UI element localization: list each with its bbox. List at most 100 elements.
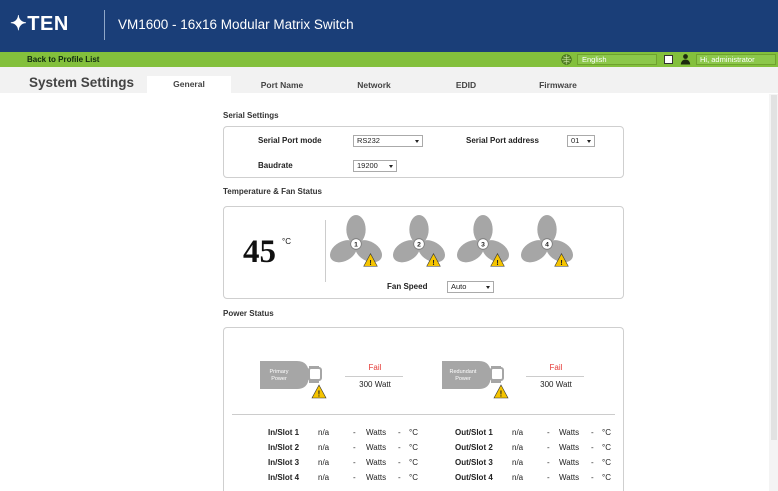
out-slot-dash: - <box>591 443 594 452</box>
in-slot-watts: Watts <box>366 428 387 437</box>
in-slot-watts: Watts <box>366 473 387 482</box>
out-slot-name: Out/Slot 1 <box>455 428 493 437</box>
language-select[interactable]: English <box>577 54 657 65</box>
fan-4-number: 4 <box>545 241 549 248</box>
in-slot-dash: - <box>398 428 401 437</box>
primary-power-watt: 300 Watt <box>359 380 391 389</box>
chevron-down-icon <box>389 165 393 168</box>
out-slot-unit: °C <box>602 428 611 437</box>
toolbar-bar <box>0 52 778 67</box>
in-slot-dash: - <box>398 458 401 467</box>
out-slot-dash: - <box>547 458 550 467</box>
in-slot-unit: °C <box>409 473 418 482</box>
svg-text:!: ! <box>318 390 321 399</box>
out-slot-watts: Watts <box>559 428 580 437</box>
out-slot-name: Out/Slot 3 <box>455 458 493 467</box>
fan-1-icon: 1 ! <box>329 215 383 267</box>
baudrate-select[interactable]: 19200 <box>353 160 397 172</box>
serial-settings-title: Serial Settings <box>223 111 279 120</box>
serial-port-mode-label: Serial Port mode <box>258 136 322 145</box>
fan-1-number: 1 <box>354 241 358 248</box>
temperature-fan-title: Temperature & Fan Status <box>223 187 322 196</box>
user-greeting[interactable]: Hi, administrator <box>696 54 776 65</box>
svg-text:Primary: Primary <box>270 369 289 375</box>
tab-firmware[interactable]: Firmware <box>516 77 600 93</box>
fan-speed-value: Auto <box>451 282 467 291</box>
fan-speed-label: Fan Speed <box>387 282 428 291</box>
out-slot-value: n/a <box>512 473 524 482</box>
serial-port-address-label: Serial Port address <box>466 136 539 145</box>
in-slot-dash: - <box>353 473 356 482</box>
primary-power-divider <box>345 376 403 377</box>
in-slot-value: n/a <box>318 458 330 467</box>
out-slot-dash: - <box>547 443 550 452</box>
serial-port-address-value: 01 <box>571 136 580 145</box>
redundant-power-divider <box>526 376 584 377</box>
svg-text:Power: Power <box>271 376 287 382</box>
fan-4-icon: 4 ! <box>520 215 574 267</box>
tab-edid[interactable]: EDID <box>424 77 508 93</box>
out-slot-name: Out/Slot 2 <box>455 443 493 452</box>
temperature-unit: °C <box>282 237 291 246</box>
in-slot-dash: - <box>353 428 356 437</box>
in-slot-name: In/Slot 1 <box>268 428 300 437</box>
out-slot-dash: - <box>547 473 550 482</box>
app-title: VM1600 - 16x16 Modular Matrix Switch <box>118 17 354 32</box>
svg-text:Power: Power <box>455 376 471 382</box>
globe-icon[interactable] <box>561 54 572 65</box>
serial-port-address-select[interactable]: 01 <box>567 135 595 147</box>
fan-2-icon: 2 ! <box>392 215 446 267</box>
back-to-profile-list-link[interactable]: Back to Profile List <box>27 55 99 64</box>
in-slot-dash: - <box>353 443 356 452</box>
out-slot-watts: Watts <box>559 458 580 467</box>
out-slot-dash: - <box>591 473 594 482</box>
primary-power-status: Fail <box>368 363 382 372</box>
fan-speed-select[interactable]: Auto <box>447 281 494 293</box>
fan-3-number: 3 <box>481 241 485 248</box>
in-slot-name: In/Slot 4 <box>268 473 300 482</box>
out-slot-name: Out/Slot 4 <box>455 473 493 482</box>
svg-text:!: ! <box>369 258 372 267</box>
out-slot-value: n/a <box>512 443 524 452</box>
out-slot-watts: Watts <box>559 473 580 482</box>
temperature-divider <box>325 220 326 282</box>
chevron-down-icon <box>486 286 490 289</box>
power-status-title: Power Status <box>223 309 274 318</box>
app-header: ✦TEN VM1600 - 16x16 Modular Matrix Switc… <box>0 0 778 52</box>
out-slot-unit: °C <box>602 443 611 452</box>
temperature-value: 45 <box>243 234 276 270</box>
in-slot-value: n/a <box>318 428 330 437</box>
redundant-power-plug-icon: Redundant Power ! <box>442 361 509 399</box>
in-slot-watts: Watts <box>366 458 387 467</box>
in-slot-watts: Watts <box>366 443 387 452</box>
svg-text:!: ! <box>496 258 499 267</box>
redundant-power-status: Fail <box>549 363 563 372</box>
in-slot-name: In/Slot 3 <box>268 458 300 467</box>
serial-port-mode-value: RS232 <box>357 136 380 145</box>
out-slot-value: n/a <box>512 428 524 437</box>
header-divider <box>104 10 105 40</box>
user-menu-toggle[interactable] <box>664 55 673 64</box>
tab-network[interactable]: Network <box>332 77 416 93</box>
out-slot-value: n/a <box>512 458 524 467</box>
out-slot-dash: - <box>591 458 594 467</box>
in-slot-value: n/a <box>318 443 330 452</box>
in-slot-unit: °C <box>409 428 418 437</box>
in-slot-unit: °C <box>409 458 418 467</box>
out-slot-unit: °C <box>602 458 611 467</box>
in-slot-dash: - <box>398 473 401 482</box>
serial-port-mode-select[interactable]: RS232 <box>353 135 423 147</box>
scrollbar-thumb[interactable] <box>771 95 777 440</box>
serial-settings-panel <box>223 126 624 178</box>
tab-general[interactable]: General <box>147 76 231 93</box>
svg-text:Redundant: Redundant <box>450 369 477 375</box>
power-slots-divider <box>232 414 615 415</box>
out-slot-dash: - <box>547 428 550 437</box>
tab-port-name[interactable]: Port Name <box>240 77 324 93</box>
in-slot-dash: - <box>353 458 356 467</box>
in-slot-name: In/Slot 2 <box>268 443 300 452</box>
page-title: System Settings <box>29 75 135 90</box>
in-slot-dash: - <box>398 443 401 452</box>
primary-power-plug-icon: Primary Power ! <box>260 361 327 399</box>
baudrate-label: Baudrate <box>258 161 293 170</box>
